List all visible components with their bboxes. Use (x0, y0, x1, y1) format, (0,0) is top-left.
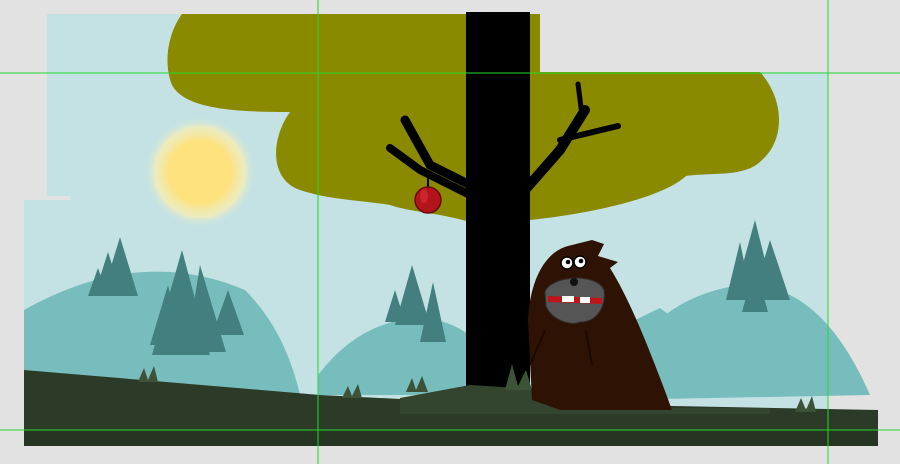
game-scene (0, 0, 900, 464)
trunk (466, 12, 530, 400)
pupil-left (565, 259, 571, 265)
pupil-right (578, 258, 584, 264)
ground-strip (24, 430, 878, 446)
apple-highlight (420, 189, 428, 203)
creature-nose (570, 278, 578, 286)
sun-icon (144, 116, 256, 228)
creature-tooth (580, 297, 590, 303)
apple-body (414, 186, 442, 214)
creature-tooth (562, 296, 574, 302)
